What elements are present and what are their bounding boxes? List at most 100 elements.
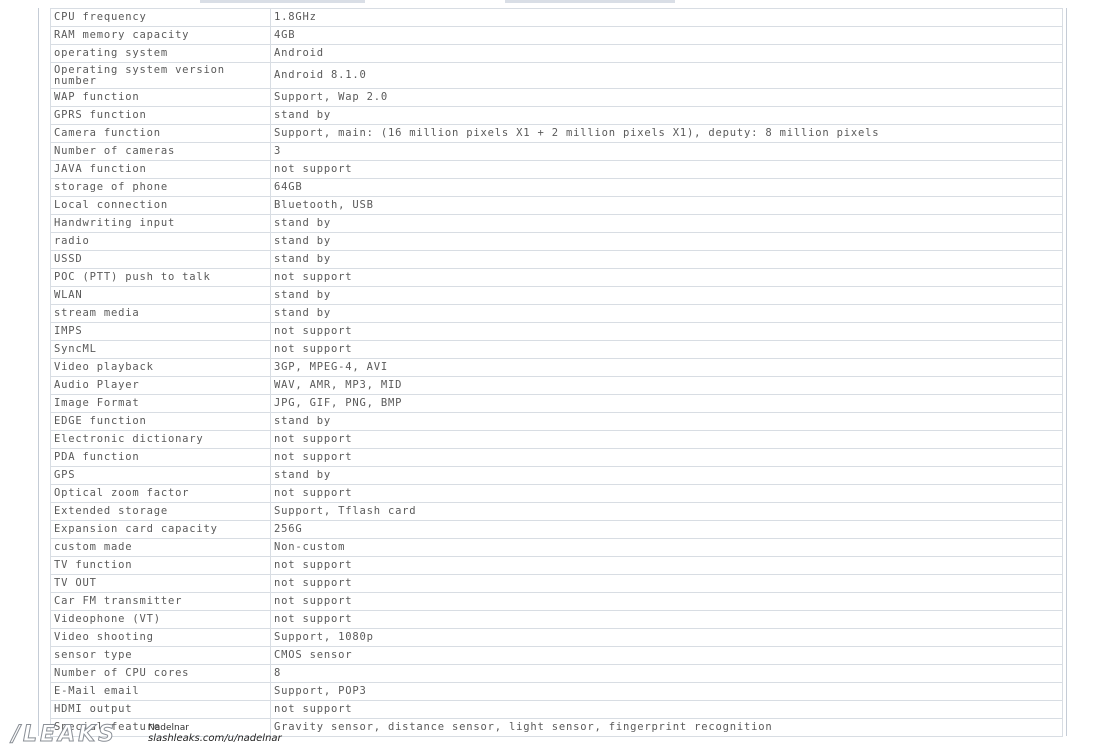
spec-value: stand by bbox=[270, 214, 1063, 233]
spec-value: stand by bbox=[270, 286, 1063, 305]
spec-row: Audio Player WAV, AMR, MP3, MID bbox=[50, 376, 1063, 395]
spec-label: CPU frequency bbox=[50, 8, 271, 27]
spec-value: stand by bbox=[270, 466, 1063, 485]
watermark: /LEAKS Nadelnar slashleaks.com/u/nadelna… bbox=[11, 722, 342, 748]
spec-value: Android 8.1.0 bbox=[270, 62, 1063, 89]
spec-label: Image Format bbox=[50, 394, 271, 413]
spec-value: CMOS sensor bbox=[270, 646, 1063, 665]
top-tab-left[interactable] bbox=[200, 0, 365, 3]
spec-value: 4GB bbox=[270, 26, 1063, 45]
watermark-logo: /LEAKS bbox=[11, 722, 118, 748]
spec-label: Number of CPU cores bbox=[50, 664, 271, 683]
spec-label: TV function bbox=[50, 556, 271, 575]
spec-row: PDA function not support bbox=[50, 448, 1063, 467]
spec-label: radio bbox=[50, 232, 271, 251]
spec-value: not support bbox=[270, 268, 1063, 287]
spec-label: Local connection bbox=[50, 196, 271, 215]
spec-row: JAVA function not support bbox=[50, 160, 1063, 179]
spec-value: stand by bbox=[270, 232, 1063, 251]
spec-row: Video playback 3GP, MPEG-4, AVI bbox=[50, 358, 1063, 377]
spec-label: PDA function bbox=[50, 448, 271, 467]
spec-value: 256G bbox=[270, 520, 1063, 539]
spec-row: TV function not support bbox=[50, 556, 1063, 575]
spec-row: Image Format JPG, GIF, PNG, BMP bbox=[50, 394, 1063, 413]
top-tab-right[interactable] bbox=[505, 0, 675, 3]
spec-label: WAP function bbox=[50, 88, 271, 107]
spec-value: WAV, AMR, MP3, MID bbox=[270, 376, 1063, 395]
spec-label: RAM memory capacity bbox=[50, 26, 271, 45]
spec-label: POC (PTT) push to talk bbox=[50, 268, 271, 287]
spec-value: Android bbox=[270, 44, 1063, 63]
spec-row: CPU frequency 1.8GHz bbox=[50, 8, 1063, 27]
spec-row: custom made Non-custom bbox=[50, 538, 1063, 557]
spec-label: GPRS function bbox=[50, 106, 271, 125]
page: CPU frequency 1.8GHz RAM memory capacity 4G… bbox=[0, 0, 1100, 750]
spec-value: not support bbox=[270, 322, 1063, 341]
spec-value: Support, main: (16 million pixels X1 + 2… bbox=[270, 124, 1063, 143]
spec-row: Expansion card capacity 256G bbox=[50, 520, 1063, 539]
spec-label: sensor type bbox=[50, 646, 271, 665]
spec-row: Number of CPU cores 8 bbox=[50, 664, 1063, 683]
spec-label: Expansion card capacity bbox=[50, 520, 271, 539]
spec-value: stand by bbox=[270, 412, 1063, 431]
spec-label: Electronic dictionary bbox=[50, 430, 271, 449]
spec-label: Operating system version number bbox=[50, 62, 271, 89]
spec-label: JAVA function bbox=[50, 160, 271, 179]
spec-table-body: CPU frequency 1.8GHz RAM memory capacity 4G… bbox=[50, 8, 1063, 737]
spec-row: WAP function Support, Wap 2.0 bbox=[50, 88, 1063, 107]
spec-row: operating system Android bbox=[50, 44, 1063, 63]
spec-row: stream media stand by bbox=[50, 304, 1063, 323]
spec-label: Handwriting input bbox=[50, 214, 271, 233]
spec-value: not support bbox=[270, 160, 1063, 179]
spec-label: TV OUT bbox=[50, 574, 271, 593]
spec-label: GPS bbox=[50, 466, 271, 485]
top-tab-strip bbox=[0, 0, 1100, 4]
spec-label: E-Mail email bbox=[50, 682, 271, 701]
spec-row: Operating system version number Android 8… bbox=[50, 62, 1063, 89]
spec-value: not support bbox=[270, 592, 1063, 611]
spec-value: not support bbox=[270, 448, 1063, 467]
spec-row: sensor type CMOS sensor bbox=[50, 646, 1063, 665]
spec-label: Car FM transmitter bbox=[50, 592, 271, 611]
spec-row: Optical zoom factor not support bbox=[50, 484, 1063, 503]
spec-label: Videophone (VT) bbox=[50, 610, 271, 629]
spec-row: HDMI output not support bbox=[50, 700, 1063, 719]
watermark-url: slashleaks.com/u/nadelnar bbox=[148, 733, 282, 744]
spec-table: CPU frequency 1.8GHz RAM memory capacity 4G… bbox=[50, 8, 1063, 737]
spec-value: not support bbox=[270, 610, 1063, 629]
spec-value: 3 bbox=[270, 142, 1063, 161]
spec-value: Support, 1080p bbox=[270, 628, 1063, 647]
spec-label: HDMI output bbox=[50, 700, 271, 719]
spec-value: Gravity sensor, distance sensor, light s… bbox=[270, 718, 1063, 737]
spec-row: GPS stand by bbox=[50, 466, 1063, 485]
spec-row: TV OUT not support bbox=[50, 574, 1063, 593]
spec-row: Car FM transmitter not support bbox=[50, 592, 1063, 611]
spec-row: RAM memory capacity 4GB bbox=[50, 26, 1063, 45]
spec-row: POC (PTT) push to talk not support bbox=[50, 268, 1063, 287]
spec-label: EDGE function bbox=[50, 412, 271, 431]
watermark-user: Nadelnar bbox=[148, 723, 189, 733]
spec-label: custom made bbox=[50, 538, 271, 557]
spec-row: Video shooting Support, 1080p bbox=[50, 628, 1063, 647]
spec-value: not support bbox=[270, 430, 1063, 449]
spec-value: Support, Tflash card bbox=[270, 502, 1063, 521]
spec-value: 1.8GHz bbox=[270, 8, 1063, 27]
spec-value: not support bbox=[270, 556, 1063, 575]
spec-row: GPRS function stand by bbox=[50, 106, 1063, 125]
spec-value: 8 bbox=[270, 664, 1063, 683]
spec-row: SyncML not support bbox=[50, 340, 1063, 359]
spec-value: not support bbox=[270, 574, 1063, 593]
spec-row: Camera function Support, main: (16 millio… bbox=[50, 124, 1063, 143]
spec-value: Bluetooth, USB bbox=[270, 196, 1063, 215]
spec-row: Number of cameras 3 bbox=[50, 142, 1063, 161]
spec-label: Video shooting bbox=[50, 628, 271, 647]
spec-table-frame: CPU frequency 1.8GHz RAM memory capacity 4G… bbox=[38, 8, 1067, 737]
spec-row: E-Mail email Support, POP3 bbox=[50, 682, 1063, 701]
spec-row: Extended storage Support, Tflash card bbox=[50, 502, 1063, 521]
spec-value: not support bbox=[270, 484, 1063, 503]
spec-row: Electronic dictionary not support bbox=[50, 430, 1063, 449]
spec-value: not support bbox=[270, 700, 1063, 719]
spec-row: Handwriting input stand by bbox=[50, 214, 1063, 233]
spec-value: stand by bbox=[270, 304, 1063, 323]
spec-label: Number of cameras bbox=[50, 142, 271, 161]
